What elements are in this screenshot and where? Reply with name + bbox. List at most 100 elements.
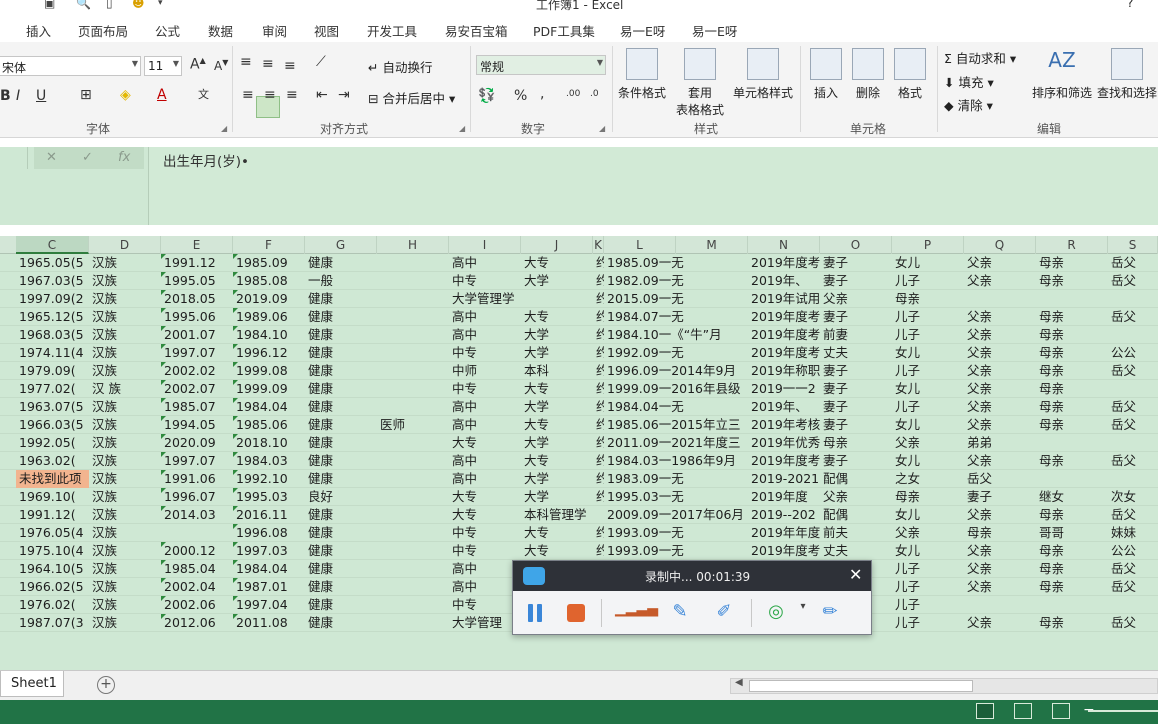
table-cell[interactable]: 1985.04 [161,560,233,578]
table-cell[interactable] [377,488,449,506]
table-cell[interactable]: 父亲 [964,308,1036,326]
table-cell[interactable] [377,470,449,488]
table-cell[interactable]: 健康 [305,524,377,542]
table-cell[interactable]: 汉族 [89,560,161,578]
table-cell[interactable]: 儿子 [892,578,964,596]
font-size-select[interactable]: 11 ▼ [144,56,182,76]
table-cell[interactable]: 儿子 [892,398,964,416]
table-cell[interactable]: 汉族 [89,488,161,506]
table-cell[interactable] [377,308,449,326]
table-cell[interactable]: 2019--202 [748,506,820,524]
table-cell[interactable]: 之女 [892,470,964,488]
sheet-tab-sheet1[interactable]: Sheet1 [0,671,64,697]
column-header-h[interactable]: H [377,236,449,254]
table-cell[interactable]: 约 [593,380,604,398]
table-cell[interactable]: 2016.11 [233,506,305,524]
insert-cells-button[interactable]: 插入 [806,48,846,101]
table-cell[interactable]: 大学 [521,398,593,416]
table-cell[interactable]: 母亲 [1036,254,1108,272]
table-cell[interactable]: 母亲 [1036,560,1108,578]
table-cell[interactable]: 2000.12 [161,542,233,560]
table-cell[interactable] [1036,596,1108,614]
table-cell[interactable]: 1963.02( [16,452,89,470]
table-cell[interactable] [377,398,449,416]
table-cell[interactable]: 良好 [305,488,377,506]
pause-button[interactable] [525,601,545,627]
table-cell[interactable]: 公公 [1108,344,1158,362]
table-cell[interactable]: 妻子 [964,488,1036,506]
table-cell[interactable] [676,470,748,488]
table-cell[interactable]: 约 [593,416,604,434]
table-cell[interactable]: 岳父 [1108,398,1158,416]
border-icon[interactable]: ⊞ [80,87,92,103]
table-cell[interactable]: 1985.07 [161,398,233,416]
table-cell[interactable]: 1997.04 [233,596,305,614]
table-cell[interactable] [964,596,1036,614]
align-middle-icon[interactable]: ≡ [262,56,274,72]
table-cell[interactable]: 2002.02 [161,362,233,380]
table-cell[interactable]: 1965.05(5 [16,254,89,272]
table-cell[interactable]: 汉族 [89,290,161,308]
table-cell[interactable] [377,254,449,272]
table-cell[interactable]: 大专 [521,542,593,560]
table-cell[interactable]: 中专 [449,344,521,362]
column-header-e[interactable]: E [161,236,233,254]
table-cell[interactable] [377,596,449,614]
table-cell[interactable]: 2020.09 [161,434,233,452]
help-button[interactable]: ? [1127,0,1133,10]
table-cell[interactable]: 本科管理学 [521,506,604,524]
table-cell[interactable]: 汉族 [89,344,161,362]
table-cell[interactable]: 前妻 [820,326,892,344]
table-cell[interactable] [377,362,449,380]
table-cell[interactable]: 大学 [521,326,593,344]
table-cell[interactable]: 中专 [449,272,521,290]
table-cell[interactable]: 2019年称职 [748,362,820,380]
table-cell[interactable]: 中专 [449,542,521,560]
table-cell[interactable]: 2019年、 [748,398,820,416]
table-cell[interactable]: 岳父 [1108,362,1158,380]
number-dialog-launcher-icon[interactable]: ◢ [599,124,605,133]
table-cell[interactable]: 父亲 [964,326,1036,344]
table-cell[interactable]: 儿子 [892,326,964,344]
table-cell[interactable]: 1979.09( [16,362,89,380]
table-cell[interactable]: 健康 [305,362,377,380]
table-cell[interactable]: 约 [593,272,604,290]
table-cell[interactable]: 父亲 [964,362,1036,380]
align-top-icon[interactable]: ≡ [240,54,252,70]
table-cell[interactable]: 父亲 [964,452,1036,470]
table-cell[interactable]: 约 [593,344,604,362]
table-cell[interactable]: 妹妹 [1108,524,1158,542]
comma-button[interactable]: , [540,86,544,102]
table-cell[interactable]: 大专 [521,254,593,272]
align-right-icon[interactable]: ≡ [286,87,298,103]
table-cell[interactable]: 未找到此项 [16,470,89,488]
table-cell[interactable]: 母亲 [1036,308,1108,326]
column-header-i[interactable]: I [449,236,521,254]
tab-data[interactable]: 数据 [208,21,233,40]
table-cell[interactable]: 2019一一2 [748,380,820,398]
tab-yian-toolbox[interactable]: 易安百宝箱 [445,21,508,40]
table-cell[interactable] [377,452,449,470]
table-cell[interactable]: 汉族 [89,596,161,614]
table-cell[interactable]: 大学 [521,434,593,452]
fill-color-icon[interactable]: ◈ [120,87,131,103]
table-cell[interactable]: 1987.01 [233,578,305,596]
table-cell[interactable]: 岳父 [964,470,1036,488]
audio-level-icon[interactable]: ▁▂▃▄ [615,601,658,627]
table-cell[interactable]: 1995.06 [161,308,233,326]
orientation-icon[interactable]: ⟋ [316,54,326,70]
table-cell[interactable]: 妻子 [820,362,892,380]
table-cell[interactable]: 丈夫 [820,344,892,362]
table-cell[interactable] [377,506,449,524]
tab-yiyi-1[interactable]: 易一E呀 [620,21,665,40]
table-cell[interactable]: 2019年年度 [748,524,820,542]
format-cells-button[interactable]: 格式 [890,48,930,101]
table-cell[interactable]: 父亲 [820,290,892,308]
table-cell[interactable]: 岳父 [1108,578,1158,596]
table-cell[interactable]: 2018.05 [161,290,233,308]
table-cell[interactable]: 健康 [305,398,377,416]
tab-page-layout[interactable]: 页面布局 [78,21,128,40]
table-cell[interactable] [1036,434,1108,452]
page-break-view-icon[interactable] [1052,703,1070,719]
column-header-c[interactable]: C [16,236,89,254]
